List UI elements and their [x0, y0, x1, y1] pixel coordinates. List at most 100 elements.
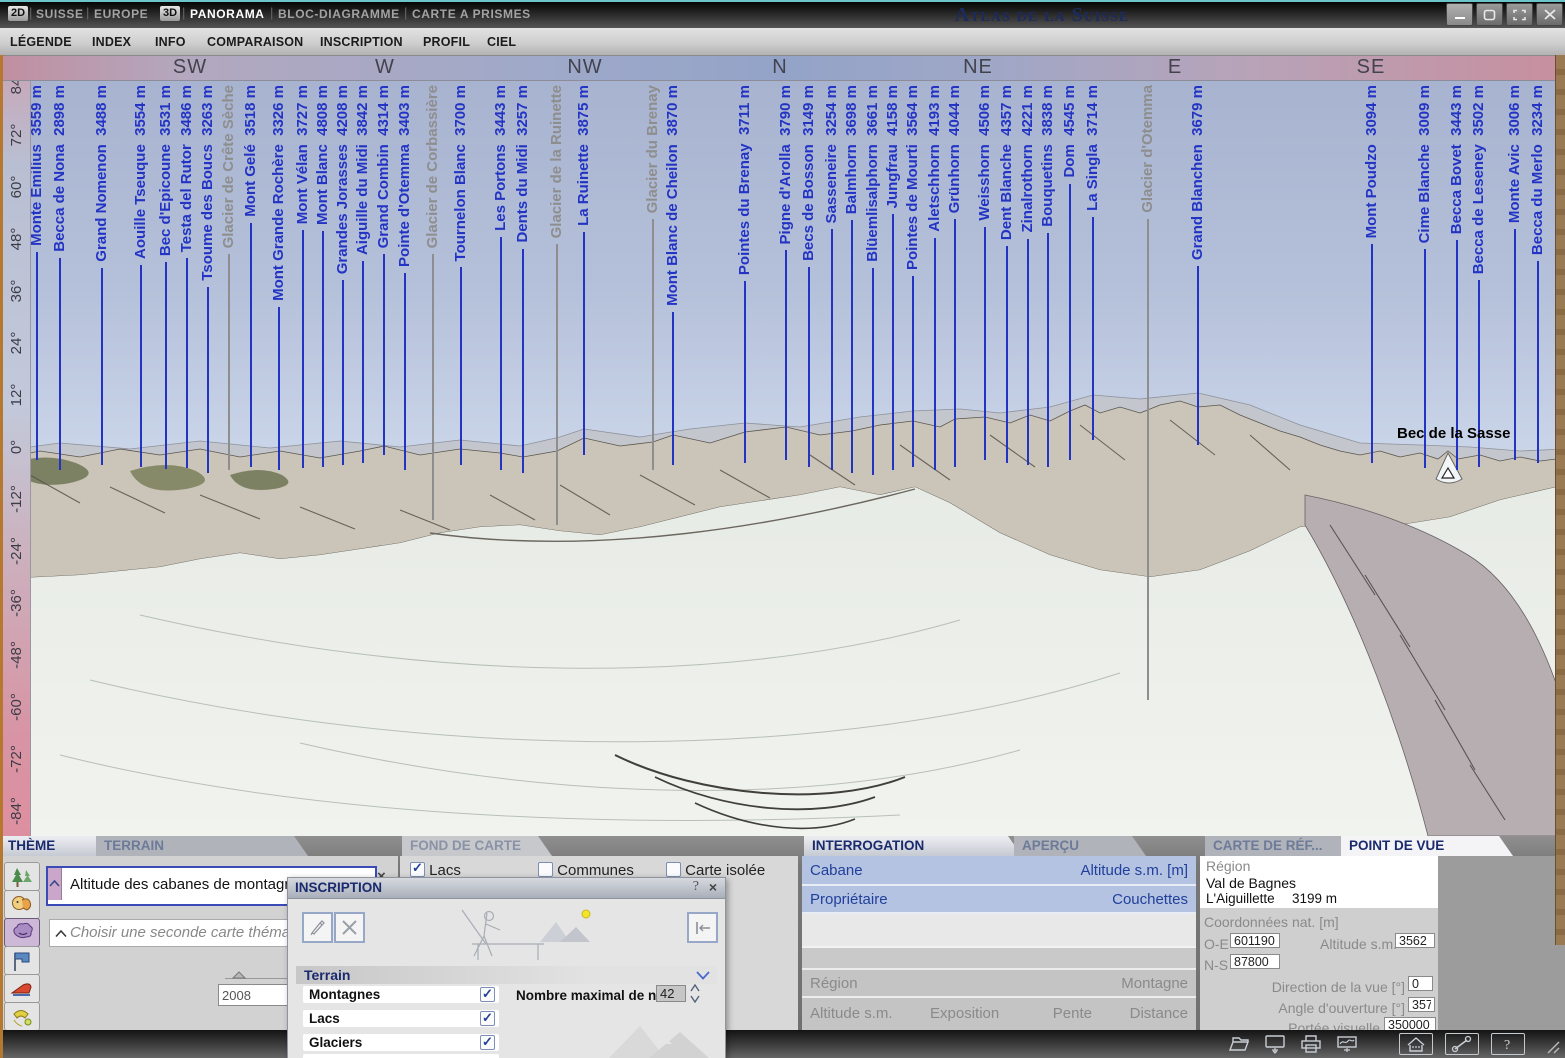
altitude-label: Altitude s.m.	[1320, 936, 1397, 952]
layer-row-glaciers[interactable]: Glaciers	[303, 1034, 499, 1051]
menu-info[interactable]: INFO	[155, 35, 186, 49]
tab-carte-de-ref[interactable]: CARTE DE RÉF...	[1205, 836, 1363, 856]
coords-label: Coordonnées nat. [m]	[1204, 914, 1339, 930]
restore-button[interactable]	[1506, 3, 1533, 26]
layer-label: Lacs	[309, 1011, 340, 1026]
nav-panorama[interactable]: PANORAMA	[190, 7, 265, 21]
menu-inscription[interactable]: INSCRIPTION	[320, 35, 403, 49]
checkbox[interactable]	[410, 862, 425, 877]
menu-ciel[interactable]: CIEL	[487, 35, 516, 49]
leader-line	[652, 219, 654, 470]
tab-apercu[interactable]: APERÇU	[1014, 836, 1146, 856]
dialog-help-button[interactable]: ?	[693, 879, 699, 895]
max-names-input[interactable]	[656, 985, 686, 1002]
hut-info-button[interactable]	[1399, 1033, 1433, 1055]
leader-line	[302, 230, 304, 468]
peak-label: Pointe d'Otemma 3403 m	[396, 85, 414, 267]
nav-suisse[interactable]: SUISSE	[36, 7, 84, 21]
nav-europe[interactable]: EUROPE	[94, 7, 148, 21]
angle-input[interactable]	[1408, 997, 1435, 1012]
leader-line	[101, 268, 103, 465]
menu-legende[interactable]: LÉGENDE	[10, 35, 72, 49]
inscription-dialog[interactable]: INSCRIPTION ? ×	[287, 877, 726, 1058]
peak-label: Dom 4545 m	[1061, 85, 1079, 178]
layer-checkbox[interactable]	[480, 1035, 495, 1050]
theme-select-handle[interactable]	[48, 868, 62, 900]
peak-label: Becs de Bosson 3149 m	[800, 85, 818, 261]
screen-export-icon[interactable]	[1263, 1034, 1287, 1054]
ns-input[interactable]	[1230, 954, 1280, 969]
result-row[interactable]: Propriétaire Couchettes	[802, 886, 1196, 914]
leader-line	[1027, 239, 1029, 465]
checkbox[interactable]	[666, 862, 681, 877]
ruler-tick: -60°	[8, 693, 25, 721]
nav-3d[interactable]: 3D	[160, 6, 180, 21]
menu-comparaison[interactable]: COMPARAISON	[207, 35, 303, 49]
reset-names-button[interactable]	[687, 912, 718, 943]
inscription-dialog-titlebar[interactable]: INSCRIPTION ? ×	[288, 878, 725, 899]
direction-label: Direction de la vue [°]	[1270, 979, 1405, 995]
layer-checkbox[interactable]	[480, 1011, 495, 1026]
tab-interrogation[interactable]: INTERROGATION	[804, 836, 1022, 856]
max-names-spinner[interactable]	[689, 983, 701, 1004]
hut-icon	[1404, 1035, 1428, 1053]
leader-line	[140, 265, 142, 467]
theme-category-society-button[interactable]	[4, 890, 40, 919]
dialog-close-button[interactable]: ×	[709, 879, 717, 895]
theme-category-nature-button[interactable]	[4, 862, 40, 891]
leader-line	[1006, 246, 1008, 463]
leader-line	[785, 250, 787, 460]
leader-line	[1047, 233, 1049, 467]
map-export-icon[interactable]	[1335, 1034, 1359, 1054]
tab-terrain[interactable]: TERRAIN	[96, 836, 308, 856]
nav-carte-a-prismes[interactable]: CARTE A PRISMES	[412, 7, 531, 21]
year-field[interactable]	[218, 984, 296, 1006]
theme-category-state-button[interactable]	[4, 946, 40, 975]
checkbox[interactable]	[538, 862, 553, 877]
resize-grip-icon[interactable]	[1544, 1039, 1562, 1055]
annotate-pen-button[interactable]	[302, 912, 333, 943]
oe-input[interactable]	[1230, 933, 1280, 948]
peak-label: Tournelon Blanc 3700 m	[452, 85, 470, 261]
leader-line	[342, 280, 344, 465]
result-row[interactable]: Cabane Altitude s.m. [m]	[802, 856, 1196, 886]
nav-bloc-diagramme[interactable]: BLOC-DIAGRAMME	[278, 7, 400, 21]
restore-icon	[1513, 9, 1526, 21]
theme-category-communication-button[interactable]	[4, 1002, 40, 1031]
layer-row-montagnes[interactable]: Montagnes	[303, 986, 499, 1003]
second-theme-placeholder: Choisir une seconde carte thématique	[70, 924, 323, 941]
attribute-label: Altitude s.m.	[810, 1005, 893, 1022]
leader-line	[228, 254, 230, 470]
menu-index[interactable]: INDEX	[92, 35, 131, 49]
menu-profil[interactable]: PROFIL	[423, 35, 470, 49]
peak-label: Mont Blanc 4808 m	[314, 85, 332, 225]
layer-row-lacs[interactable]: Lacs	[303, 1010, 499, 1027]
tab-point-de-vue[interactable]: POINT DE VUE	[1341, 836, 1513, 856]
layer-checkbox[interactable]	[480, 987, 495, 1002]
tools-button[interactable]	[1445, 1033, 1479, 1055]
compass-point-n: N	[772, 55, 787, 80]
altitude-input[interactable]	[1395, 933, 1435, 948]
panorama-view[interactable]: SWWNWNNEESE 84°72°60°48°36°24°12°0°-12°-…	[0, 55, 1565, 836]
theme-category-environment-button-selected[interactable]	[4, 918, 40, 947]
annotate-delete-button[interactable]	[334, 912, 365, 943]
peak-label: Aiguille du Midi 3842 m	[354, 85, 372, 255]
year-slider-thumb[interactable]	[232, 971, 246, 979]
dialog-section-terrain[interactable]: Terrain	[296, 966, 717, 984]
close-button[interactable]	[1536, 3, 1563, 26]
help-button[interactable]: ?	[1491, 1033, 1525, 1055]
peak-label: Mont Poudzo 3094 m	[1363, 85, 1381, 238]
leader-line	[500, 237, 502, 470]
printer-icon[interactable]	[1299, 1034, 1323, 1054]
theme-category-transport-button[interactable]	[4, 974, 40, 1003]
ruler-tick: 60°	[8, 176, 25, 199]
open-folder-icon[interactable]	[1227, 1034, 1251, 1054]
nav-2d[interactable]: 2D	[8, 6, 28, 21]
flag-icon	[10, 950, 34, 972]
chevron-down-icon[interactable]	[695, 970, 711, 981]
leader-line	[872, 268, 874, 475]
peak-label: Aouille Tseuque 3554 m	[132, 85, 150, 259]
direction-input[interactable]	[1408, 976, 1433, 991]
maximize-button[interactable]	[1476, 3, 1503, 26]
minimize-button[interactable]	[1446, 3, 1473, 26]
